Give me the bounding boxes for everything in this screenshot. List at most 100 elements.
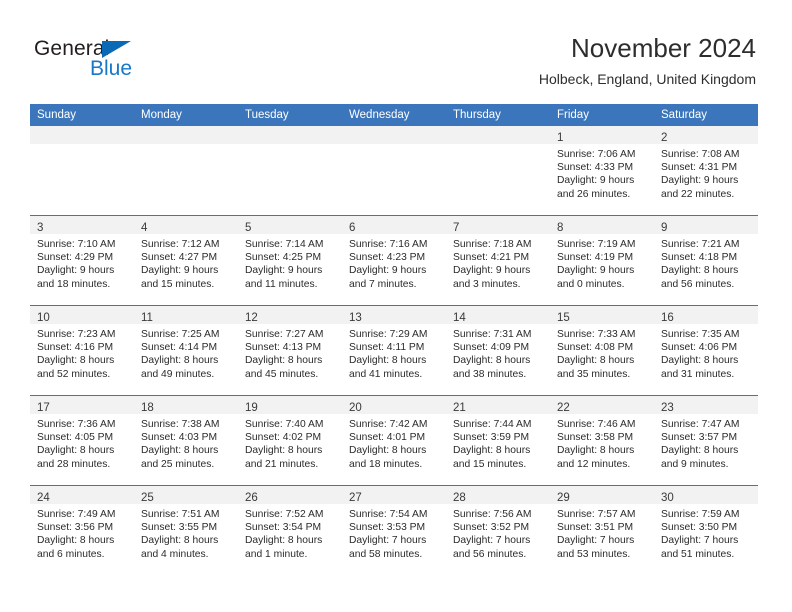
day-number: 28 (453, 492, 466, 504)
sunset-time: Sunset: 4:05 PM (37, 432, 114, 444)
calendar-day-cell[interactable]: 19 Sunrise: 7:40 AM Sunset: 4:02 PM Dayligh… (238, 395, 342, 486)
daylight-duration-line2: and 21 minutes. (245, 458, 319, 470)
sunrise-time: Sunrise: 7:27 AM (245, 329, 324, 340)
sunset-time: Sunset: 4:14 PM (141, 342, 218, 354)
calendar-day-cell[interactable]: 18 Sunrise: 7:38 AM Sunset: 4:03 PM Dayligh… (134, 395, 238, 486)
calendar-day-cell[interactable]: 24 Sunrise: 7:49 AM Sunset: 3:56 PM Dayligh… (30, 485, 134, 575)
calendar-day-cell[interactable]: 4 Sunrise: 7:12 AM Sunset: 4:27 PM Daylight… (134, 215, 238, 306)
daylight-duration-line1: Daylight: 8 hours (37, 445, 115, 457)
sunset-time: Sunset: 4:06 PM (661, 342, 738, 354)
sunset-time: Sunset: 4:13 PM (245, 342, 322, 354)
sunrise-time: Sunrise: 7:33 AM (557, 329, 636, 340)
day-details: Sunrise: 7:08 AM Sunset: 4:31 PM Daylight:… (654, 144, 758, 201)
sunrise-time: Sunrise: 7:54 AM (349, 509, 428, 520)
day-number: 24 (37, 492, 50, 504)
day-number: 15 (557, 312, 570, 324)
calendar-day-cell[interactable]: 15 Sunrise: 7:33 AM Sunset: 4:08 PM Dayligh… (550, 305, 654, 396)
day-number-band: 21 (446, 396, 550, 414)
calendar-day-cell[interactable]: 2 Sunrise: 7:08 AM Sunset: 4:31 PM Daylight… (654, 126, 758, 216)
daylight-duration-line1: Daylight: 8 hours (141, 535, 219, 547)
day-details: Sunrise: 7:23 AM Sunset: 4:16 PM Daylight:… (30, 324, 134, 381)
daylight-duration-line1: Daylight: 8 hours (245, 535, 323, 547)
day-number-band: 30 (654, 486, 758, 504)
calendar-day-cell[interactable]: 17 Sunrise: 7:36 AM Sunset: 4:05 PM Dayligh… (30, 395, 134, 486)
calendar-day-cell[interactable]: 10 Sunrise: 7:23 AM Sunset: 4:16 PM Dayligh… (30, 305, 134, 396)
day-number: 2 (661, 132, 668, 144)
calendar-day-cell[interactable]: 21 Sunrise: 7:44 AM Sunset: 3:59 PM Dayligh… (446, 395, 550, 486)
day-number: 11 (141, 312, 153, 324)
calendar-day-cell[interactable]: 13 Sunrise: 7:29 AM Sunset: 4:11 PM Dayligh… (342, 305, 446, 396)
general-blue-logo[interactable]: General Blue (34, 38, 164, 84)
calendar-day-cell[interactable]: 26 Sunrise: 7:52 AM Sunset: 3:54 PM Dayligh… (238, 485, 342, 575)
sunrise-time: Sunrise: 7:51 AM (141, 509, 220, 520)
day-details: Sunrise: 7:10 AM Sunset: 4:29 PM Daylight:… (30, 234, 134, 291)
day-details: Sunrise: 7:36 AM Sunset: 4:05 PM Daylight:… (30, 414, 134, 471)
day-number-band: 11 (134, 306, 238, 324)
day-details: Sunrise: 7:54 AM Sunset: 3:53 PM Daylight:… (342, 504, 446, 561)
daylight-duration-line1: Daylight: 9 hours (453, 265, 531, 277)
daylight-duration-line2: and 9 minutes. (661, 458, 729, 470)
calendar-day-cell[interactable]: 14 Sunrise: 7:31 AM Sunset: 4:09 PM Dayligh… (446, 305, 550, 396)
day-number: 8 (557, 222, 564, 234)
calendar-day-cell[interactable]: 1 Sunrise: 7:06 AM Sunset: 4:33 PM Daylight… (550, 126, 654, 216)
day-details: Sunrise: 7:19 AM Sunset: 4:19 PM Daylight:… (550, 234, 654, 291)
sunrise-time: Sunrise: 7:35 AM (661, 329, 740, 340)
calendar-day-cell[interactable]: 27 Sunrise: 7:54 AM Sunset: 3:53 PM Dayligh… (342, 485, 446, 575)
weekday-header-row: Sunday Monday Tuesday Wednesday Thursday… (30, 104, 758, 126)
daylight-duration-line1: Daylight: 8 hours (37, 355, 115, 367)
day-number-band: 1 (550, 126, 654, 144)
day-number-band: 8 (550, 216, 654, 234)
day-details: Sunrise: 7:56 AM Sunset: 3:52 PM Daylight:… (446, 504, 550, 561)
day-number-band: 22 (550, 396, 654, 414)
calendar-day-cell[interactable]: 3 Sunrise: 7:10 AM Sunset: 4:29 PM Daylight… (30, 215, 134, 306)
day-number: 9 (661, 222, 668, 234)
daylight-duration-line2: and 15 minutes. (453, 458, 527, 470)
sunrise-time: Sunrise: 7:44 AM (453, 419, 532, 430)
calendar-cell-empty (134, 126, 238, 216)
calendar-day-cell[interactable]: 20 Sunrise: 7:42 AM Sunset: 4:01 PM Dayligh… (342, 395, 446, 486)
sunrise-time: Sunrise: 7:46 AM (557, 419, 636, 430)
sunrise-time: Sunrise: 7:16 AM (349, 239, 428, 250)
calendar-day-cell[interactable]: 8 Sunrise: 7:19 AM Sunset: 4:19 PM Daylight… (550, 215, 654, 306)
calendar-day-cell[interactable]: 28 Sunrise: 7:56 AM Sunset: 3:52 PM Dayligh… (446, 485, 550, 575)
calendar-day-cell[interactable]: 29 Sunrise: 7:57 AM Sunset: 3:51 PM Dayligh… (550, 485, 654, 575)
day-details: Sunrise: 7:12 AM Sunset: 4:27 PM Daylight:… (134, 234, 238, 291)
calendar-day-cell[interactable]: 23 Sunrise: 7:47 AM Sunset: 3:57 PM Dayligh… (654, 395, 758, 486)
calendar-day-cell[interactable]: 6 Sunrise: 7:16 AM Sunset: 4:23 PM Daylight… (342, 215, 446, 306)
logo-text-blue: Blue (90, 57, 133, 80)
calendar-day-cell[interactable]: 7 Sunrise: 7:18 AM Sunset: 4:21 PM Daylight… (446, 215, 550, 306)
calendar-day-cell[interactable]: 30 Sunrise: 7:59 AM Sunset: 3:50 PM Dayligh… (654, 485, 758, 575)
daylight-duration-line2: and 18 minutes. (349, 458, 423, 470)
sunset-time: Sunset: 4:09 PM (453, 342, 530, 354)
daylight-duration-line1: Daylight: 8 hours (453, 355, 531, 367)
calendar-day-cell[interactable]: 9 Sunrise: 7:21 AM Sunset: 4:18 PM Daylight… (654, 215, 758, 306)
sunrise-time: Sunrise: 7:57 AM (557, 509, 636, 520)
day-number-band: 29 (550, 486, 654, 504)
day-number-band (30, 126, 134, 144)
day-number: 30 (661, 492, 674, 504)
daylight-duration-line2: and 52 minutes. (37, 368, 111, 380)
day-number-band: 18 (134, 396, 238, 414)
daylight-duration-line2: and 45 minutes. (245, 368, 319, 380)
calendar-day-cell[interactable]: 22 Sunrise: 7:46 AM Sunset: 3:58 PM Dayligh… (550, 395, 654, 486)
calendar-day-cell[interactable]: 5 Sunrise: 7:14 AM Sunset: 4:25 PM Daylight… (238, 215, 342, 306)
day-details: Sunrise: 7:16 AM Sunset: 4:23 PM Daylight:… (342, 234, 446, 291)
daylight-duration-line2: and 56 minutes. (453, 548, 527, 560)
calendar-cell-empty (30, 126, 134, 216)
sunset-time: Sunset: 4:16 PM (37, 342, 114, 354)
calendar-day-cell[interactable]: 16 Sunrise: 7:35 AM Sunset: 4:06 PM Dayligh… (654, 305, 758, 396)
calendar-day-cell[interactable]: 25 Sunrise: 7:51 AM Sunset: 3:55 PM Dayligh… (134, 485, 238, 575)
day-number-band: 16 (654, 306, 758, 324)
day-details: Sunrise: 7:42 AM Sunset: 4:01 PM Daylight:… (342, 414, 446, 471)
day-number-band: 19 (238, 396, 342, 414)
daylight-duration-line1: Daylight: 8 hours (557, 445, 635, 457)
day-details: Sunrise: 7:33 AM Sunset: 4:08 PM Daylight:… (550, 324, 654, 381)
day-number-band: 5 (238, 216, 342, 234)
calendar-day-cell[interactable]: 12 Sunrise: 7:27 AM Sunset: 4:13 PM Dayligh… (238, 305, 342, 396)
sunset-time: Sunset: 4:03 PM (141, 432, 218, 444)
day-number: 25 (141, 492, 154, 504)
daylight-duration-line2: and 28 minutes. (37, 458, 111, 470)
calendar-day-cell[interactable]: 11 Sunrise: 7:25 AM Sunset: 4:14 PM Dayligh… (134, 305, 238, 396)
daylight-duration-line1: Daylight: 7 hours (661, 535, 739, 547)
day-number: 6 (349, 222, 356, 234)
